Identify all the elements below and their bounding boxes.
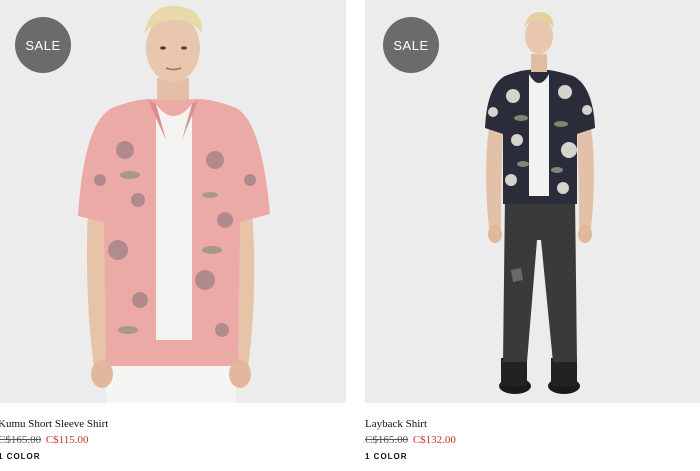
sale-badge: SALE	[383, 17, 439, 73]
sale-price: C$132.00	[412, 434, 456, 446]
sale-badge: SALE	[15, 17, 71, 73]
product-name[interactable]: Kumu Short Sleeve Shirt	[0, 418, 108, 430]
color-count: 1 COLOR	[0, 452, 41, 461]
product-card[interactable]: SALE	[365, 0, 700, 461]
color-count: 1 COLOR	[365, 452, 408, 461]
original-price: C$165.00	[0, 434, 42, 446]
original-price: C$165.00	[365, 434, 409, 446]
product-image[interactable]: SALE	[0, 0, 346, 403]
product-card[interactable]: SALE	[0, 0, 346, 461]
product-prices: C$165.00 C$115.00	[0, 434, 89, 446]
product-name[interactable]: Layback Shirt	[365, 418, 427, 430]
sale-price: C$115.00	[45, 434, 89, 446]
product-prices: C$165.00 C$132.00	[365, 434, 456, 446]
product-image[interactable]: SALE	[365, 0, 700, 403]
